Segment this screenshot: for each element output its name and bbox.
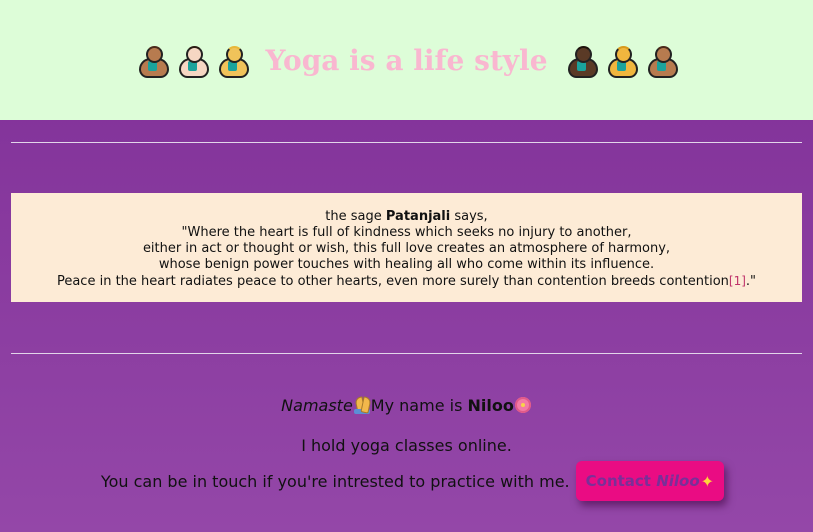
quote-attribution: the sage Patanjali says, [11,209,802,225]
quote-box: the sage Patanjali says, "Where the hear… [11,193,802,302]
person-in-lotus-position-icon [215,43,250,78]
attribution-prefix: the sage [325,209,386,224]
contact-button-label: Contact [585,472,651,490]
quote-line-3: whose benign power touches with healing … [158,257,655,272]
contact-line: You can be in touch if you're intrested … [0,461,813,501]
attribution-suffix: says, [450,209,488,224]
hibiscus-icon [514,396,532,414]
bottom-divider [11,353,802,354]
contact-text: You can be in touch if you're intrested … [100,471,570,491]
person-in-lotus-position-icon [175,43,210,78]
quote-author: Patanjali [385,209,451,224]
quote-line-4-text: Peace in the heart radiates peace to oth… [56,274,729,289]
person-in-lotus-position-icon [135,43,170,78]
quote-line-2: either in act or thought or wish, this f… [142,241,671,256]
greeting: Namaste [281,396,353,415]
header-content: Yoga is a life style [135,43,678,78]
page-header: Yoga is a life style [0,0,813,120]
quote-line-1: "Where the heart is full of kindness whi… [181,225,632,240]
person-in-lotus-position-icon [564,43,598,78]
person-in-lotus-position-icon [644,43,678,78]
contact-button-name: Niloo [656,472,700,490]
name-prefix: My name is [370,396,468,415]
intro-line: Namaste My name is Niloo [0,396,813,415]
page-title: Yoga is a life style [265,43,548,77]
person-in-lotus-position-icon [604,43,638,78]
right-yogi-group [564,43,678,78]
contact-button[interactable]: Contact Niloo ✦ [575,461,725,501]
classes-text: I hold yoga classes online. [301,436,512,455]
left-yogi-group [135,43,250,78]
top-divider [11,142,802,143]
quote-line-4: Peace in the heart radiates peace to oth… [11,273,802,290]
sparkles-icon: ✦ [700,471,715,491]
folded-hands-icon [353,396,371,414]
instructor-name: Niloo [467,396,514,415]
quote-closing: ." [745,274,757,289]
reference-link[interactable]: [1] [729,274,746,288]
